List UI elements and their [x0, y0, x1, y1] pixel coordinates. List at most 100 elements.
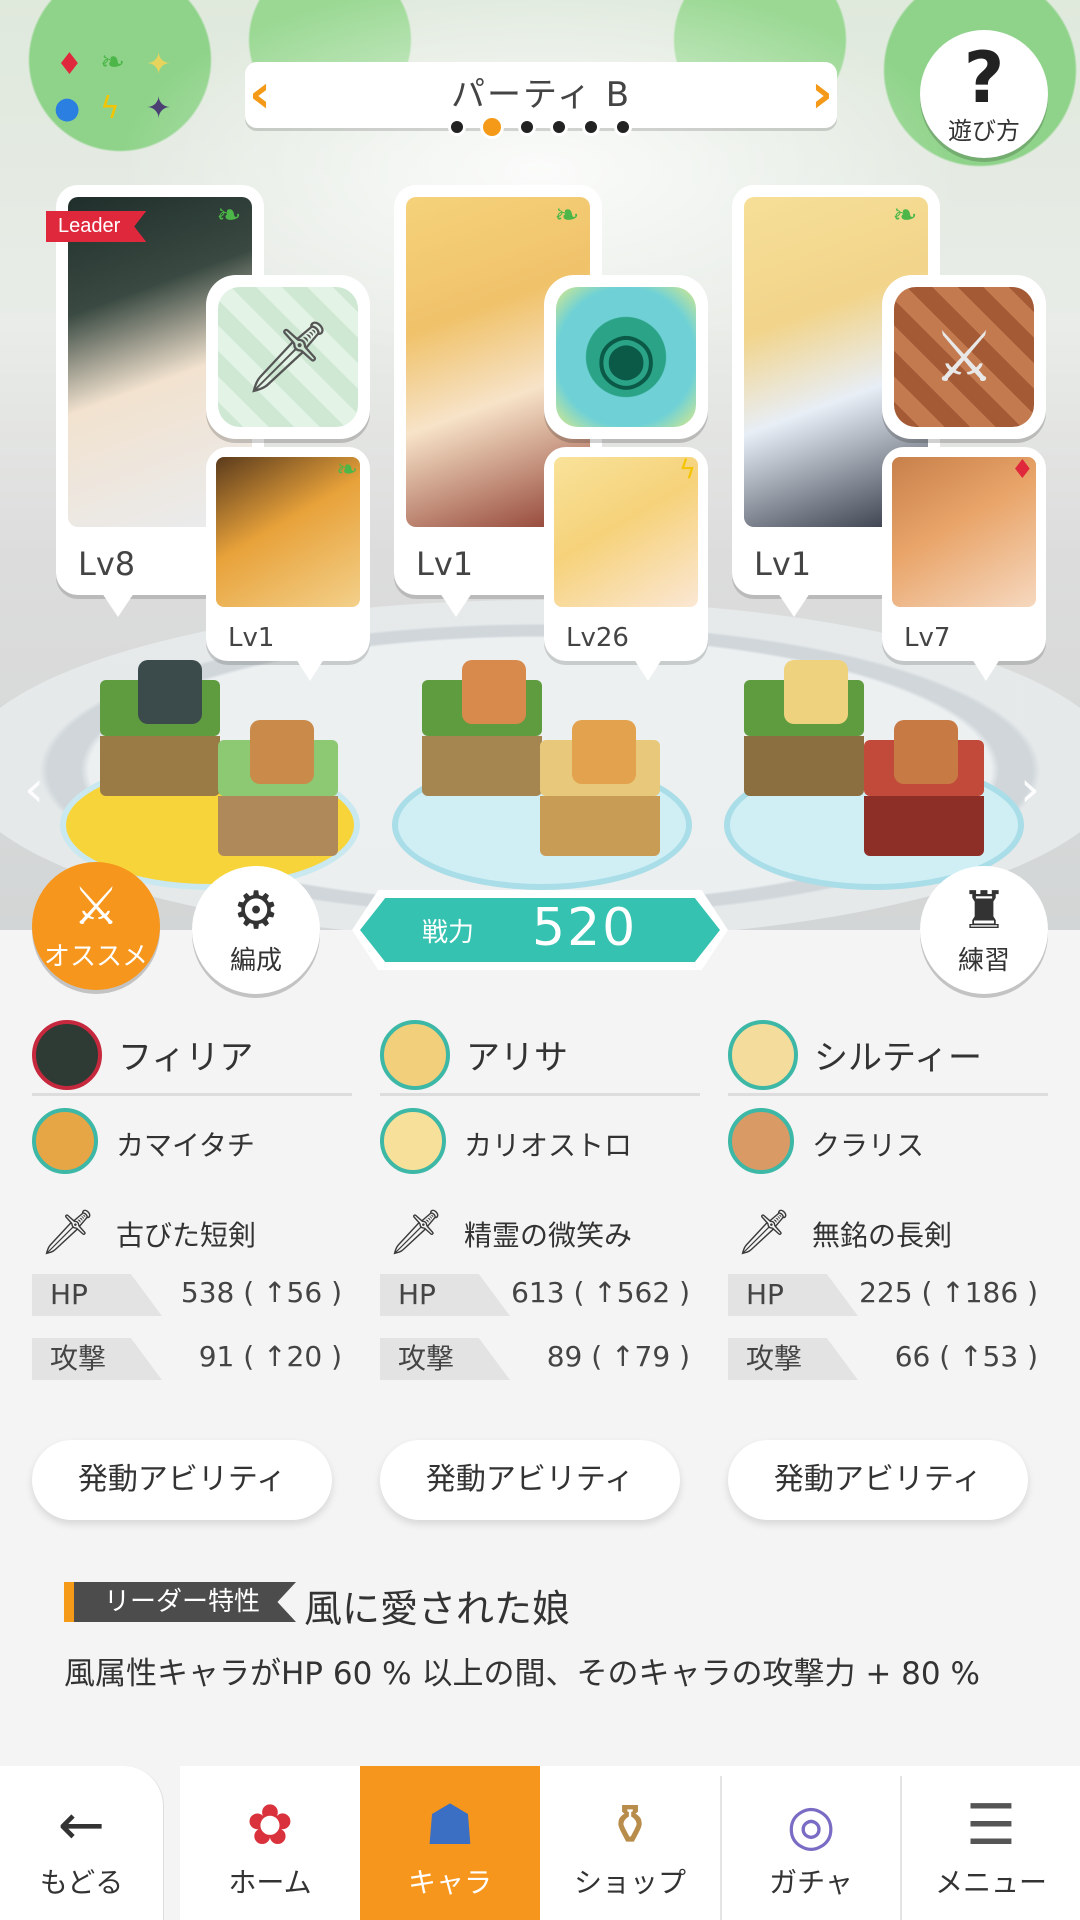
sub-character-card[interactable]: ♦ Lv7 — [882, 447, 1046, 681]
recommend-icon: ⚔ — [72, 877, 120, 937]
page-dot[interactable] — [518, 118, 536, 136]
hp-label: HP — [32, 1274, 162, 1316]
attack-value: 91 ( ↑20 ) — [198, 1340, 342, 1373]
character-level: Lv1 — [416, 545, 474, 583]
sub-character-row[interactable]: クラリス — [728, 1096, 1048, 1188]
next-party-arrow-icon[interactable]: › — [807, 66, 837, 124]
ability-button[interactable]: 発動アビリティ — [728, 1440, 1028, 1520]
page-dot[interactable] — [448, 118, 466, 136]
leader-trait-tag: リーダー特性 — [64, 1582, 297, 1622]
menu-label: メニュー — [934, 1866, 1047, 1899]
attack-stat: 攻撃 89 ( ↑79 ) — [380, 1338, 700, 1380]
scroll-left-arrow-icon[interactable]: ‹ — [24, 760, 44, 818]
fire-element-icon: ♦ — [56, 47, 83, 82]
wind-element-icon: ❧ — [216, 198, 242, 233]
character-avatar — [32, 1020, 102, 1090]
nav-home[interactable]: ✿ ホーム — [180, 1766, 360, 1920]
party-member-2[interactable]: ❧ Lv1 ◉ ϟ Lv26 — [394, 185, 714, 681]
hp-stat: HP 538 ( ↑56 ) — [32, 1274, 352, 1316]
training-dummy-icon: ♜ — [960, 881, 1008, 941]
character-name: フィリア — [118, 1038, 254, 1078]
character-avatar — [728, 1020, 798, 1090]
attack-stat: 攻撃 66 ( ↑53 ) — [728, 1338, 1048, 1380]
back-button[interactable]: ← もどる — [0, 1766, 164, 1920]
character-sprite — [784, 660, 848, 724]
bottom-nav: ← もどる ✿ ホーム ☗ キャラ ⚱ ショップ ◎ ガチャ ☰ メニュー — [0, 1766, 1080, 1920]
character-sprite — [462, 660, 526, 724]
party-scene: ♦ ❧ ✦ ● ϟ ✦ ‹ パーティ B › ? 遊び方 ❧ Leader Lv… — [0, 0, 1080, 930]
sub-character-name: クラリス — [812, 1129, 925, 1162]
sub-character-row[interactable]: カリオストロ — [380, 1096, 700, 1188]
leader-badge: Leader — [46, 211, 147, 242]
ability-button[interactable]: 発動アビリティ — [380, 1440, 680, 1520]
wind-element-icon: ❧ — [892, 198, 918, 233]
character-sprite — [138, 660, 202, 724]
weapon-icon: 🗡 — [388, 1207, 444, 1258]
nav-menu[interactable]: ☰ メニュー — [902, 1766, 1080, 1920]
formation-button[interactable]: ⚙ 編成 — [192, 866, 320, 994]
character-name: アリサ — [466, 1038, 568, 1078]
attack-label: 攻撃 — [728, 1338, 858, 1380]
sub-character-row[interactable]: カマイタチ — [32, 1096, 352, 1188]
character-name: シルティー — [814, 1038, 982, 1078]
orb-icon: ◉ — [556, 287, 696, 427]
page-dot[interactable] — [550, 118, 568, 136]
longsword-icon: ⚔ — [894, 287, 1034, 427]
formation-stage-1 — [60, 640, 360, 900]
weapon-name: 古びた短剣 — [116, 1219, 257, 1252]
prev-party-arrow-icon[interactable]: ‹ — [245, 66, 275, 124]
power-label: 戦力 — [422, 918, 475, 948]
practice-button[interactable]: ♜ 練習 — [920, 866, 1048, 994]
member-stats-1: フィリア カマイタチ 🗡 古びた短剣 HP 538 ( ↑56 ) 攻撃 91 … — [32, 1010, 352, 1520]
card-tail — [102, 593, 134, 617]
sub-character-avatar — [728, 1108, 794, 1174]
attack-stat: 攻撃 91 ( ↑20 ) — [32, 1338, 352, 1380]
page-dot[interactable] — [582, 118, 600, 136]
shop-bag-icon: ⚱ — [606, 1793, 654, 1858]
weapon-icon: 🗡 — [40, 1207, 96, 1258]
thunder-element-icon: ϟ — [678, 455, 696, 485]
formation-stage-2 — [392, 640, 692, 900]
sub-character-name: カマイタチ — [116, 1129, 255, 1162]
nav-shop[interactable]: ⚱ ショップ — [540, 1766, 720, 1920]
sub-character-avatar — [380, 1108, 446, 1174]
weapon-slot[interactable]: ⚔ — [882, 275, 1046, 439]
weapon-row[interactable]: 🗡 古びた短剣 — [32, 1188, 352, 1274]
wind-element-icon: ❧ — [336, 455, 358, 485]
sub-character-name: カリオストロ — [464, 1129, 633, 1162]
character-sprite — [572, 720, 636, 784]
sub-character-card[interactable]: ❧ Lv1 — [206, 447, 370, 681]
nav-chara[interactable]: ☗ キャラ — [360, 1766, 540, 1920]
weapon-slot[interactable]: 🗡 — [206, 275, 370, 439]
page-dot[interactable] — [614, 118, 632, 136]
nav-gacha[interactable]: ◎ ガチャ — [722, 1766, 900, 1920]
sub-character-card[interactable]: ϟ Lv26 — [544, 447, 708, 681]
character-level: Lv1 — [754, 545, 812, 583]
weapon-slot[interactable]: ◉ — [544, 275, 708, 439]
character-sprite — [250, 720, 314, 784]
recommend-button[interactable]: ⚔ オススメ — [32, 862, 160, 990]
party-member-3[interactable]: ❧ Lv1 ⚔ ♦ Lv7 — [732, 185, 1052, 681]
scroll-right-arrow-icon[interactable]: › — [1020, 760, 1040, 818]
member-stats-2: アリサ カリオストロ 🗡 精霊の微笑み HP 613 ( ↑562 ) 攻撃 8… — [380, 1010, 700, 1520]
hp-label: HP — [380, 1274, 510, 1316]
attack-value: 89 ( ↑79 ) — [546, 1340, 690, 1373]
character-sprite — [894, 720, 958, 784]
help-button[interactable]: ? 遊び方 — [920, 30, 1048, 158]
weapon-row[interactable]: 🗡 精霊の微笑み — [380, 1188, 700, 1274]
character-name-row[interactable]: フィリア — [32, 1010, 352, 1096]
weapon-row[interactable]: 🗡 無銘の長剣 — [728, 1188, 1048, 1274]
ability-button[interactable]: 発動アビリティ — [32, 1440, 332, 1520]
character-avatar — [380, 1020, 450, 1090]
party-power-display: 戦力 520 — [352, 890, 728, 970]
dagger-icon: 🗡 — [218, 287, 358, 427]
gacha-orb-icon: ◎ — [786, 1793, 836, 1858]
leader-trait-name: 風に愛された娘 — [304, 1587, 571, 1631]
character-name-row[interactable]: アリサ — [380, 1010, 700, 1096]
page-dot-active[interactable] — [480, 115, 504, 139]
party-member-1[interactable]: ❧ Leader Lv8 🗡 ❧ Lv1 — [46, 185, 376, 681]
formation-gear-icon: ⚙ — [232, 881, 280, 941]
character-name-row[interactable]: シルティー — [728, 1010, 1048, 1096]
hp-stat: HP 613 ( ↑562 ) — [380, 1274, 700, 1316]
light-element-icon: ✦ — [146, 47, 172, 82]
